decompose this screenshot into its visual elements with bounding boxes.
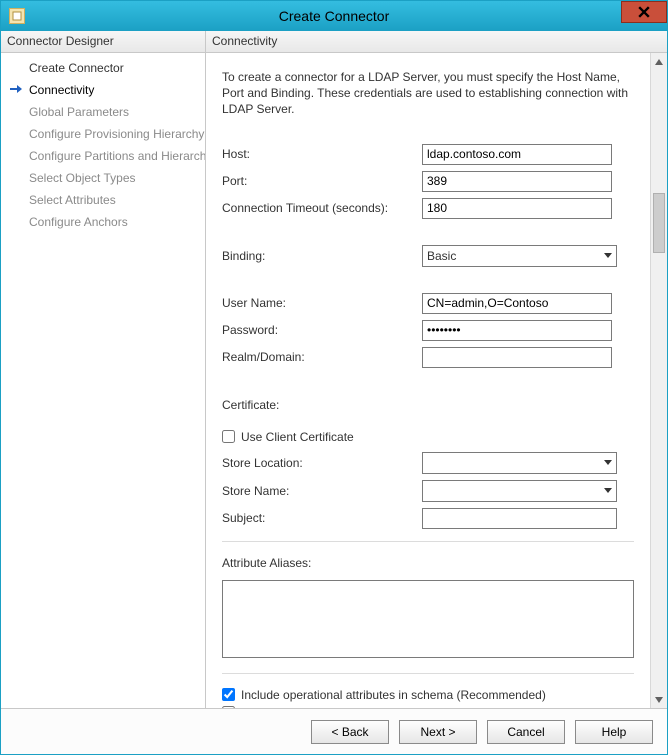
binding-label: Binding: [222, 249, 422, 263]
password-input[interactable] [422, 320, 612, 341]
host-label: Host: [222, 147, 422, 161]
nav-label: Configure Anchors [29, 215, 128, 229]
nav-label: Create Connector [29, 61, 124, 75]
nav-connectivity[interactable]: Connectivity [3, 79, 203, 101]
nav-configure-partitions[interactable]: Configure Partitions and Hierarchies [3, 145, 203, 167]
close-icon [638, 6, 650, 18]
back-button[interactable]: < Back [311, 720, 389, 744]
cancel-button[interactable]: Cancel [487, 720, 565, 744]
nav-label: Select Object Types [29, 171, 136, 185]
divider-2 [222, 673, 634, 674]
include-operational-checkbox[interactable] [222, 688, 235, 701]
window-title: Create Connector [1, 8, 667, 24]
close-button[interactable] [621, 1, 667, 23]
port-label: Port: [222, 174, 422, 188]
scroll-up-button[interactable] [651, 53, 667, 70]
content-title: Connectivity [206, 31, 667, 52]
certificate-label: Certificate: [222, 398, 634, 412]
nav-label: Connectivity [29, 83, 94, 97]
subject-input[interactable] [422, 508, 617, 529]
app-icon [9, 8, 25, 24]
aliases-label: Attribute Aliases: [222, 556, 634, 570]
port-input[interactable] [422, 171, 612, 192]
include-operational-label: Include operational attributes in schema… [241, 688, 546, 702]
chevron-down-icon [655, 697, 663, 703]
password-label: Password: [222, 323, 422, 337]
current-arrow-icon [9, 82, 23, 100]
nav-configure-provisioning-hierarchy[interactable]: Configure Provisioning Hierarchy [3, 123, 203, 145]
aliases-textarea[interactable] [222, 580, 634, 658]
content-wrap: To create a connector for a LDAP Server,… [206, 53, 667, 708]
username-input[interactable] [422, 293, 612, 314]
nav-select-object-types[interactable]: Select Object Types [3, 167, 203, 189]
sidebar-title: Connector Designer [1, 31, 206, 52]
store-name-select[interactable] [422, 480, 617, 502]
binding-value: Basic [427, 249, 456, 263]
use-client-cert-checkbox[interactable] [222, 430, 235, 443]
binding-select[interactable]: Basic [422, 245, 617, 267]
nav-label: Global Parameters [29, 105, 129, 119]
content: To create a connector for a LDAP Server,… [206, 53, 650, 708]
store-name-label: Store Name: [222, 484, 422, 498]
include-extensible-checkbox[interactable] [222, 706, 235, 708]
window-frame: Create Connector Connector Designer Conn… [0, 0, 668, 755]
next-button[interactable]: Next > [399, 720, 477, 744]
include-extensible-label: Include extensible attributes in schema [241, 706, 448, 708]
use-client-cert-label: Use Client Certificate [241, 430, 354, 444]
footer: < Back Next > Cancel Help [1, 708, 667, 754]
scroll-down-button[interactable] [651, 691, 667, 708]
realm-input[interactable] [422, 347, 612, 368]
timeout-input[interactable] [422, 198, 612, 219]
help-button[interactable]: Help [575, 720, 653, 744]
nav-label: Configure Provisioning Hierarchy [29, 127, 204, 141]
titlebar: Create Connector [1, 1, 667, 31]
nav-select-attributes[interactable]: Select Attributes [3, 189, 203, 211]
panel-header: Connector Designer Connectivity [1, 31, 667, 53]
scroll-thumb[interactable] [653, 193, 665, 253]
realm-label: Realm/Domain: [222, 350, 422, 364]
intro-text: To create a connector for a LDAP Server,… [222, 69, 634, 118]
host-input[interactable] [422, 144, 612, 165]
chevron-up-icon [655, 59, 663, 65]
store-location-label: Store Location: [222, 456, 422, 470]
timeout-label: Connection Timeout (seconds): [222, 201, 422, 215]
sidebar: Create Connector Connectivity Global Par… [1, 53, 206, 708]
nav-configure-anchors[interactable]: Configure Anchors [3, 211, 203, 233]
username-label: User Name: [222, 296, 422, 310]
store-location-select[interactable] [422, 452, 617, 474]
nav-label: Select Attributes [29, 193, 116, 207]
nav-global-parameters[interactable]: Global Parameters [3, 101, 203, 123]
scrollbar[interactable] [650, 53, 667, 708]
divider [222, 541, 634, 542]
body: Create Connector Connectivity Global Par… [1, 53, 667, 708]
nav-label: Configure Partitions and Hierarchies [29, 149, 206, 163]
subject-label: Subject: [222, 511, 422, 525]
nav-create-connector[interactable]: Create Connector [3, 57, 203, 79]
